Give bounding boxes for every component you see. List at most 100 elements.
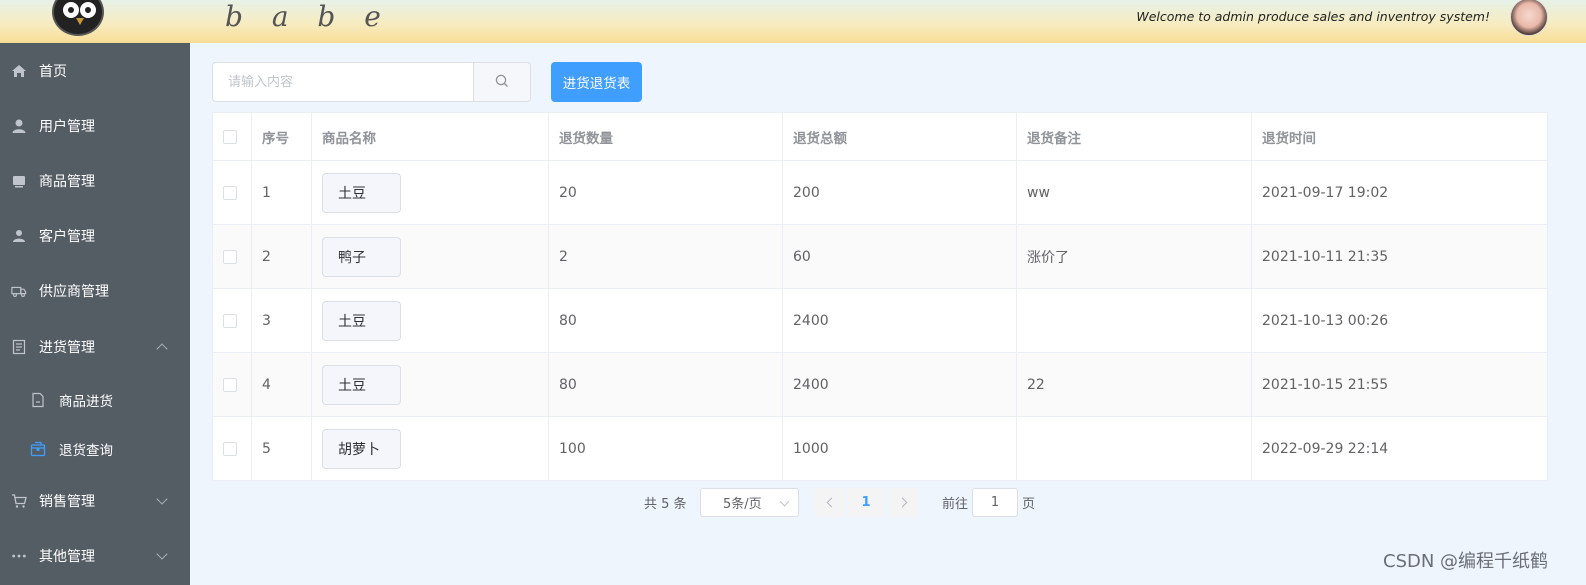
box-icon [30,441,46,457]
page-size-value: 5条/页 [723,497,762,512]
sidebar-item-label: 销售管理 [39,494,95,510]
search-icon [495,73,509,92]
cell-note [1017,417,1252,481]
watermark: CSDN @编程千纸鹤 [1383,551,1549,572]
chevron-up-icon [156,343,168,355]
sidebar-item-label: 商品进货 [59,394,113,410]
user-icon [11,118,27,134]
product-name-tag: 胡萝卜 [322,429,401,469]
cell-name: 土豆 [312,289,549,352]
user-avatar[interactable] [1510,0,1548,36]
row-checkbox[interactable] [223,313,237,328]
product-name-tag: 土豆 [322,364,401,405]
cell-time: 2021-09-17 19:02 [1262,184,1389,201]
search-input[interactable] [213,63,474,101]
sidebar-item-label: 用户管理 [39,119,95,135]
page-size-select[interactable]: 5条/页 [700,488,799,517]
table-header-row: 序号 商品名称 退货数量 退货总额 退货备注 退货时间 [213,113,1547,161]
cell-name: 土豆 [312,353,549,416]
next-page-button[interactable] [889,488,919,517]
cell-qty: 100 [549,417,783,481]
truck-icon [11,283,27,299]
table-row: 3 土豆 80 2400 2021-10-13 00:26 [213,289,1547,353]
prev-page-button[interactable] [815,488,845,517]
sidebar-item-label: 退货查询 [59,443,113,459]
cell-name: 鸭子 [312,225,549,288]
sidebar-item-label: 首页 [39,64,67,80]
sidebar-item-label: 客户管理 [39,229,95,245]
sidebar-item-users[interactable]: 用户管理 [0,106,190,146]
product-name-tag: 鸭子 [322,236,401,277]
cell-index: 2 [252,225,312,288]
search-bar [212,62,531,102]
return-table-button[interactable]: 进货退货表 [551,62,642,102]
sidebar-item-sales[interactable]: 销售管理 [0,481,190,521]
row-checkbox[interactable] [223,377,237,392]
column-header-total: 退货总额 [783,113,1017,160]
sidebar-menu: 首页 用户管理 商品管理 客户管理 供应商管理 进货管理 商品进货 退货查询 销… [0,43,190,585]
page-number-current[interactable]: 1 [848,488,884,517]
search-button[interactable] [473,63,530,101]
sidebar-item-purchase[interactable]: 进货管理 [0,327,190,367]
product-name-tag: 土豆 [322,172,401,213]
home-icon [11,63,27,79]
sidebar-subitem-goods-purchase[interactable]: 商品进货 [0,380,190,420]
cell-name: 胡萝卜 [312,417,549,481]
welcome-text: Welcome to admin produce sales and inven… [1136,9,1490,24]
column-header-qty: 退货数量 [549,113,783,160]
pagination-total: 共 5 条 [644,496,687,512]
chevron-down-icon [156,493,168,505]
cell-time: 2021-10-13 00:26 [1262,312,1389,329]
sidebar-subitem-return-query[interactable]: 退货查询 [0,429,190,469]
chevron-right-icon [897,497,908,508]
sidebar-item-other[interactable]: 其他管理 [0,536,190,576]
row-checkbox-cell [213,289,252,352]
cell-total: 1000 [783,417,1017,481]
sidebar-item-label: 其他管理 [39,549,95,565]
sidebar-item-goods[interactable]: 商品管理 [0,161,190,201]
select-all-checkbox[interactable] [223,129,237,144]
row-checkbox[interactable] [223,185,237,200]
chevron-down-icon [156,548,168,560]
cell-total: 2400 [783,353,1017,416]
row-checkbox-cell [213,161,252,224]
cell-total: 2400 [783,289,1017,352]
cell-qty: 80 [549,353,783,416]
top-header: b a b e Welcome to admin produce sales a… [0,0,1586,43]
row-checkbox-cell [213,353,252,416]
row-checkbox-cell [213,225,252,288]
cell-total: 60 [783,225,1017,288]
cart-icon [11,493,27,509]
cell-time: 2021-10-11 21:35 [1262,248,1389,265]
file-icon [30,392,46,408]
customer-icon [11,228,27,244]
chevron-left-icon [826,497,837,508]
sidebar-item-label: 进货管理 [39,340,95,356]
cell-index: 1 [252,161,312,224]
cell-note [1017,289,1252,352]
cell-note: 22 [1017,353,1252,416]
product-name-tag: 土豆 [322,300,401,341]
cell-qty: 20 [549,161,783,224]
sidebar-item-home[interactable]: 首页 [0,51,190,91]
cell-time: 2021-10-15 21:55 [1262,376,1389,393]
cell-note: 涨价了 [1017,225,1252,288]
goods-icon [11,173,27,189]
sidebar-item-customers[interactable]: 客户管理 [0,216,190,256]
table-row: 5 胡萝卜 100 1000 2022-09-29 22:14 [213,417,1547,481]
cell-qty: 80 [549,289,783,352]
sidebar-item-suppliers[interactable]: 供应商管理 [0,271,190,311]
owl-logo [52,0,104,36]
jump-suffix: 页 [1022,496,1036,512]
cell-note: ww [1017,161,1252,224]
sidebar-item-label: 供应商管理 [39,284,109,300]
page-jump-input[interactable] [972,488,1018,517]
row-checkbox-cell [213,417,252,481]
row-checkbox[interactable] [223,442,237,456]
column-header-time: 退货时间 [1262,130,1316,147]
table-row: 1 土豆 20 200 ww 2021-09-17 19:02 [213,161,1547,225]
cell-index: 4 [252,353,312,416]
row-checkbox[interactable] [223,249,237,264]
cell-index: 5 [252,417,312,481]
more-icon [11,548,27,564]
